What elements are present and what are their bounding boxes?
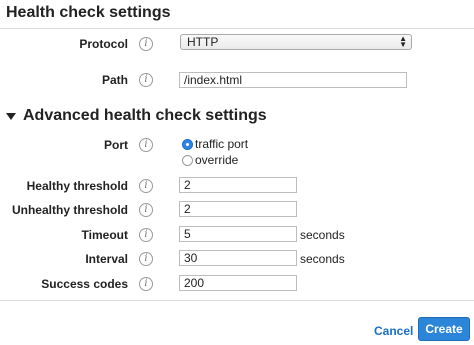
unhealthy-threshold-label: Unhealthy threshold [11, 203, 128, 217]
port-option-traffic-port[interactable]: traffic port [182, 137, 248, 151]
unhealthy-threshold-input[interactable] [179, 201, 297, 217]
radio-unselected-icon[interactable] [182, 154, 193, 166]
timeout-label: Timeout [81, 228, 128, 242]
health-check-settings-title: Health check settings [6, 4, 171, 21]
port-option-label: traffic port [195, 137, 249, 151]
timeout-unit: seconds [300, 228, 345, 242]
cancel-button[interactable]: Cancel [374, 324, 413, 338]
success-codes-info-icon[interactable]: i [139, 277, 153, 291]
port-option-label: override [195, 153, 239, 167]
interval-unit: seconds [300, 252, 345, 266]
section-divider [0, 28, 474, 29]
success-codes-input[interactable] [179, 275, 297, 291]
path-label: Path [101, 73, 128, 87]
healthy-threshold-input[interactable] [179, 177, 297, 193]
footer-divider [0, 300, 474, 301]
interval-input[interactable] [179, 250, 297, 266]
interval-label: Interval [85, 252, 128, 266]
path-info-icon[interactable]: i [139, 73, 153, 87]
path-input[interactable] [179, 72, 407, 88]
create-button[interactable]: Create [418, 317, 470, 341]
triangle-down-icon [6, 112, 16, 120]
protocol-label: Protocol [79, 37, 128, 51]
select-arrows-icon: ▲ ▼ [399, 34, 407, 49]
success-codes-label: Success codes [41, 277, 128, 291]
healthy-threshold-info-icon[interactable]: i [139, 179, 153, 193]
unhealthy-threshold-info-icon[interactable]: i [139, 203, 153, 217]
protocol-select[interactable]: HTTP ▲ ▼ [180, 34, 412, 50]
interval-info-icon[interactable]: i [139, 252, 153, 266]
healthy-threshold-label: Healthy threshold [26, 179, 128, 193]
port-label: Port [104, 138, 128, 152]
port-info-icon[interactable]: i [139, 138, 153, 152]
protocol-selected-value: HTTP [187, 35, 219, 49]
timeout-info-icon[interactable]: i [139, 228, 153, 242]
radio-selected-icon[interactable] [182, 138, 193, 150]
advanced-settings-title: Advanced health check settings [23, 107, 267, 124]
port-option-override[interactable]: override [182, 153, 238, 167]
timeout-input[interactable] [179, 226, 297, 242]
protocol-info-icon[interactable]: i [139, 37, 153, 51]
advanced-settings-toggle[interactable]: Advanced health check settings [6, 107, 267, 125]
